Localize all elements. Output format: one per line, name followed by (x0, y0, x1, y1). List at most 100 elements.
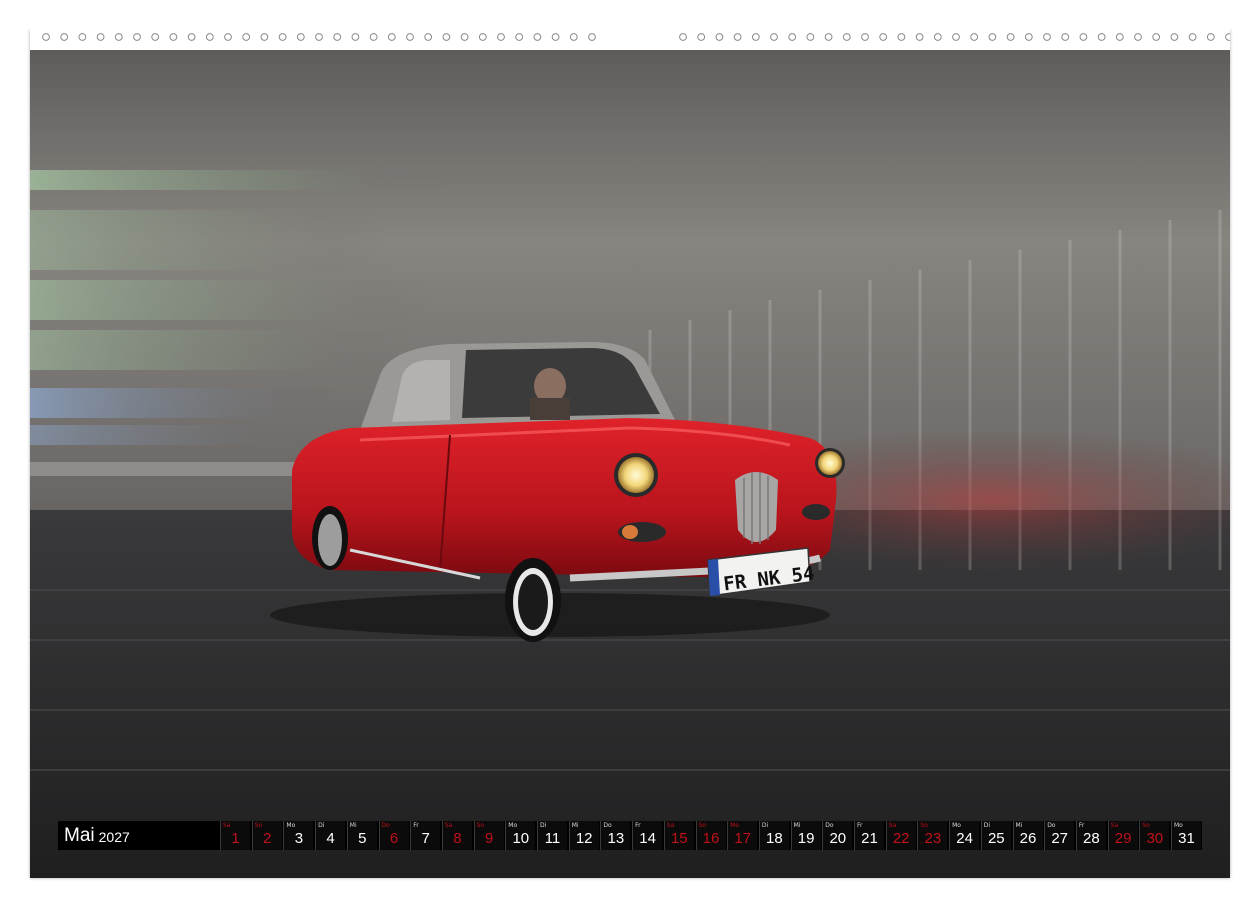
binding-hole (952, 33, 960, 41)
weekday-label: Mo (952, 822, 961, 829)
day-number: 20 (829, 830, 847, 847)
weekday-label: Fr (1078, 822, 1085, 829)
day-cell: Mo 10 (505, 821, 536, 850)
day-number: 21 (861, 830, 878, 847)
day-cell: Mo 17 (727, 821, 758, 850)
day-number: 4 (326, 830, 335, 847)
weekday-label: Fr (857, 822, 863, 829)
day-cell: Sa 29 (1107, 821, 1138, 850)
day-cell: So 23 (917, 821, 948, 850)
day-cell: Do 13 (600, 821, 631, 850)
binding-hole (515, 33, 524, 41)
weekday-label: Mo (730, 822, 740, 829)
day-cell: Do 6 (378, 821, 409, 850)
binding-hole (1206, 33, 1215, 41)
weekday-label: Di (540, 822, 547, 829)
calendar-photo: FR NK 54 (30, 30, 1230, 878)
day-cell: So 16 (695, 821, 726, 850)
binding-hole (224, 33, 232, 41)
binding-hole (824, 33, 833, 41)
weekday-label: So (920, 822, 928, 829)
day-number: 25 (987, 830, 1005, 847)
day-number: 24 (956, 830, 973, 847)
binding-hole (406, 33, 414, 41)
binding-hole (42, 33, 50, 41)
binding-hole (1225, 33, 1230, 41)
day-cell: Mi 19 (790, 821, 821, 850)
binding-hole (788, 33, 797, 41)
weekday-label: Do (381, 822, 390, 829)
binding-hole (442, 33, 451, 41)
day-cell: Mo 31 (1171, 821, 1201, 850)
day-number: 27 (1051, 830, 1069, 847)
binding-hole (1115, 33, 1124, 41)
day-number: 5 (358, 830, 367, 847)
binding-hole (1152, 33, 1161, 41)
binding-hole (478, 33, 487, 41)
binding-hole (1024, 33, 1033, 41)
day-number: 18 (766, 830, 783, 847)
binding-hole (806, 33, 815, 41)
binding-hole (1006, 33, 1015, 41)
binding-hole (1134, 33, 1142, 41)
day-number: 15 (670, 830, 688, 847)
day-number: 3 (294, 830, 304, 847)
binding-hole (169, 33, 178, 41)
binding-hole (897, 33, 906, 41)
day-number: 14 (639, 830, 656, 847)
weekday-label: Di (983, 822, 991, 829)
weekday-label: Mi (349, 822, 357, 829)
weekday-label: Do (603, 822, 612, 829)
weekday-label: So (254, 822, 263, 829)
weekday-label: Sa (223, 822, 231, 829)
day-cell: Sa 15 (663, 821, 694, 850)
month-year: 2027 (98, 829, 130, 845)
binding-hole (733, 33, 742, 41)
day-number: 17 (734, 830, 752, 847)
binding-hole (1043, 33, 1051, 41)
weekday-label: Fr (635, 822, 641, 829)
day-cell: Mi 26 (1012, 821, 1043, 850)
weekday-label: Di (318, 822, 325, 829)
binding-hole (879, 33, 888, 41)
day-cell: Fr 21 (854, 821, 884, 850)
day-number: 10 (512, 830, 530, 847)
binding-hole (1079, 33, 1088, 41)
calendar-strip: Mai 2027 Sa 1 So 2 Mo 3 Di 4 Mi 5 Do 6 Fr 7 Sa 8 So 9 Mo 10… (58, 821, 1202, 850)
day-cell: Mi 12 (568, 821, 599, 850)
binding-hole (1188, 33, 1197, 41)
day-cell: Di 25 (980, 821, 1011, 850)
weekday-label: Mo (286, 822, 296, 829)
day-number: 30 (1146, 830, 1164, 847)
binding-hole (715, 33, 724, 41)
binding-hole (988, 33, 997, 41)
weekday-label: Do (1047, 822, 1056, 829)
weekday-label: Mi (571, 822, 579, 829)
binding-hole (187, 33, 196, 41)
day-number: 9 (484, 830, 494, 847)
weekday-label: Di (761, 822, 769, 829)
binding-hole (460, 33, 469, 41)
day-cell: Mi 5 (346, 821, 377, 850)
binding-hole (278, 33, 287, 41)
day-cell: Di 4 (315, 821, 346, 850)
weekday-label: So (476, 822, 485, 829)
day-number: 6 (389, 830, 399, 847)
weekday-label: Sa (666, 822, 675, 829)
month-label: Mai 2027 (58, 821, 218, 850)
binding-hole (1061, 33, 1070, 41)
day-number: 29 (1114, 830, 1132, 847)
day-cell: Fr 14 (632, 821, 663, 850)
binding-hole (588, 33, 596, 41)
day-number: 26 (1019, 830, 1037, 847)
day-number: 23 (924, 830, 942, 847)
binding-hole (679, 33, 687, 41)
day-cell: Sa 22 (885, 821, 916, 850)
binding-hole (96, 33, 105, 41)
day-cell: Sa 1 (220, 821, 250, 850)
day-number: 28 (1083, 830, 1100, 847)
day-number: 19 (797, 830, 815, 847)
binding-hole (533, 33, 542, 41)
day-cell: Mo 24 (949, 821, 980, 850)
day-number: 16 (702, 830, 720, 847)
